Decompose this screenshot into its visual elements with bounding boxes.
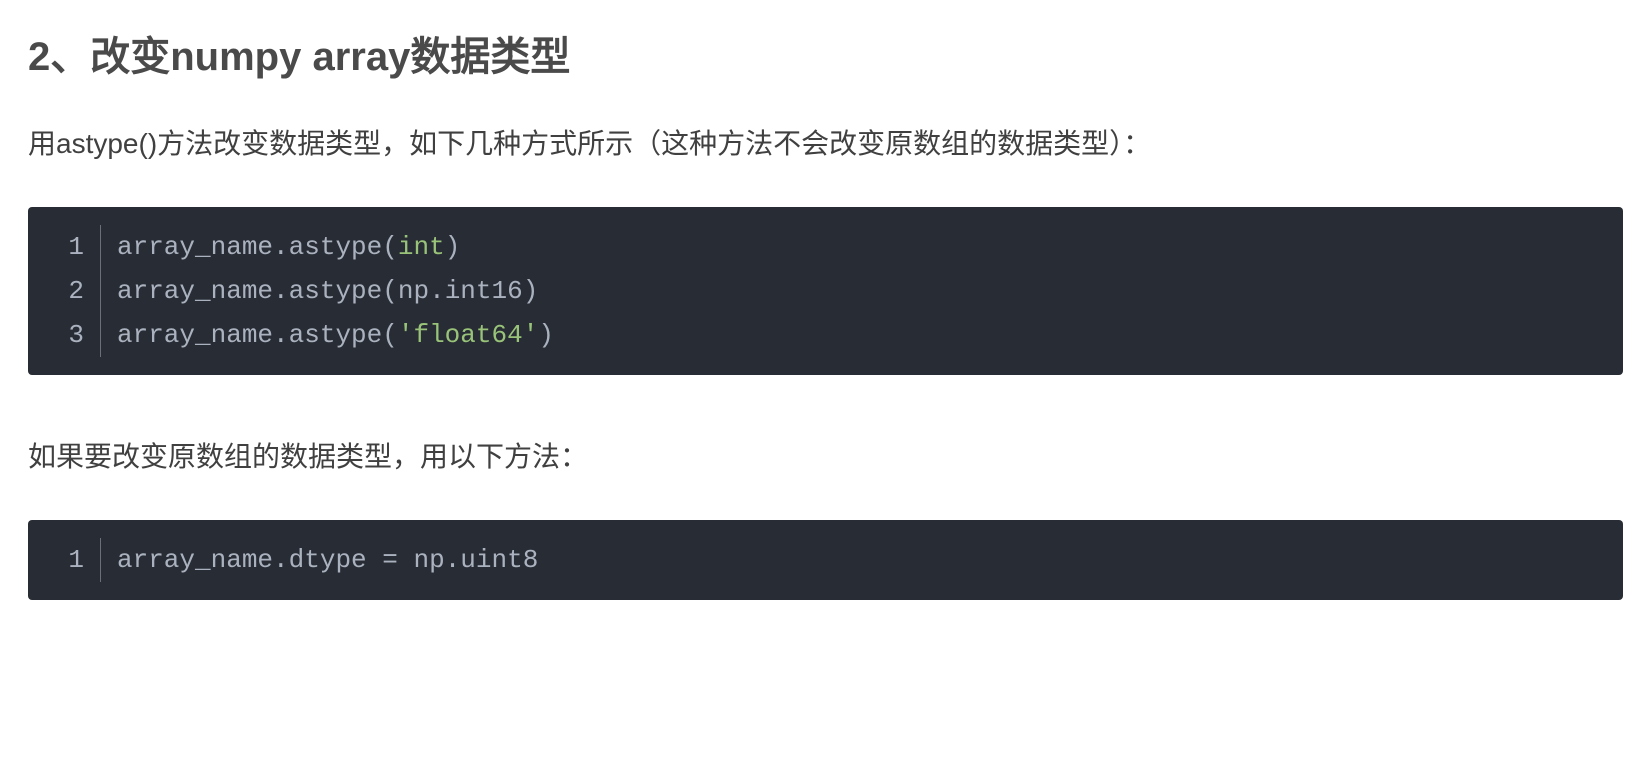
code-token: array_name xyxy=(117,225,273,269)
code-token: . xyxy=(429,269,445,313)
code-token: np xyxy=(398,538,445,582)
code-token: = xyxy=(382,538,398,582)
line-number: 1 xyxy=(52,225,84,269)
code-token: ( xyxy=(382,225,398,269)
code-gutter: 1 2 3 xyxy=(52,225,84,358)
code-token: . xyxy=(273,269,289,313)
gutter-separator xyxy=(100,225,101,358)
code-gutter: 1 xyxy=(52,538,84,582)
code-token: 'float64' xyxy=(398,313,538,357)
code-token: np xyxy=(398,269,429,313)
code-token: astype xyxy=(289,225,383,269)
code-token: ) xyxy=(538,313,554,357)
code-line: array_name.astype(int) xyxy=(117,225,1599,269)
section-heading: 2、改变numpy array数据类型 xyxy=(28,24,1623,82)
gutter-separator xyxy=(100,538,101,582)
code-line: array_name.astype('float64') xyxy=(117,313,1599,357)
code-token: . xyxy=(273,538,289,582)
code-token: . xyxy=(273,225,289,269)
code-token: int xyxy=(398,225,445,269)
code-token: astype xyxy=(289,269,383,313)
code-token: array_name xyxy=(117,313,273,357)
code-block-1: 1 2 3 array_name.astype(int) array_name.… xyxy=(28,207,1623,376)
code-token: ( xyxy=(382,269,398,313)
code-token: ) xyxy=(445,225,461,269)
code-line: array_name.dtype = np.uint8 xyxy=(117,538,1599,582)
code-token: dtype xyxy=(289,538,383,582)
code-token: . xyxy=(273,313,289,357)
code-token: int16 xyxy=(445,269,523,313)
code-line: array_name.astype(np.int16) xyxy=(117,269,1599,313)
line-number: 3 xyxy=(52,313,84,357)
code-token: astype xyxy=(289,313,383,357)
code-token: array_name xyxy=(117,538,273,582)
paragraph-2: 如果要改变原数组的数据类型，用以下方法： xyxy=(28,435,1623,480)
paragraph-1: 用astype()方法改变数据类型，如下几种方式所示（这种方法不会改变原数组的数… xyxy=(28,122,1623,167)
line-number: 1 xyxy=(52,538,84,582)
code-token: . xyxy=(445,538,461,582)
line-number: 2 xyxy=(52,269,84,313)
code-block-2: 1 array_name.dtype = np.uint8 xyxy=(28,520,1623,600)
code-token: ( xyxy=(382,313,398,357)
code-content: array_name.dtype = np.uint8 xyxy=(117,538,1599,582)
code-token: array_name xyxy=(117,269,273,313)
code-token: ) xyxy=(523,269,539,313)
code-content: array_name.astype(int) array_name.astype… xyxy=(117,225,1599,358)
code-token: uint8 xyxy=(460,538,538,582)
